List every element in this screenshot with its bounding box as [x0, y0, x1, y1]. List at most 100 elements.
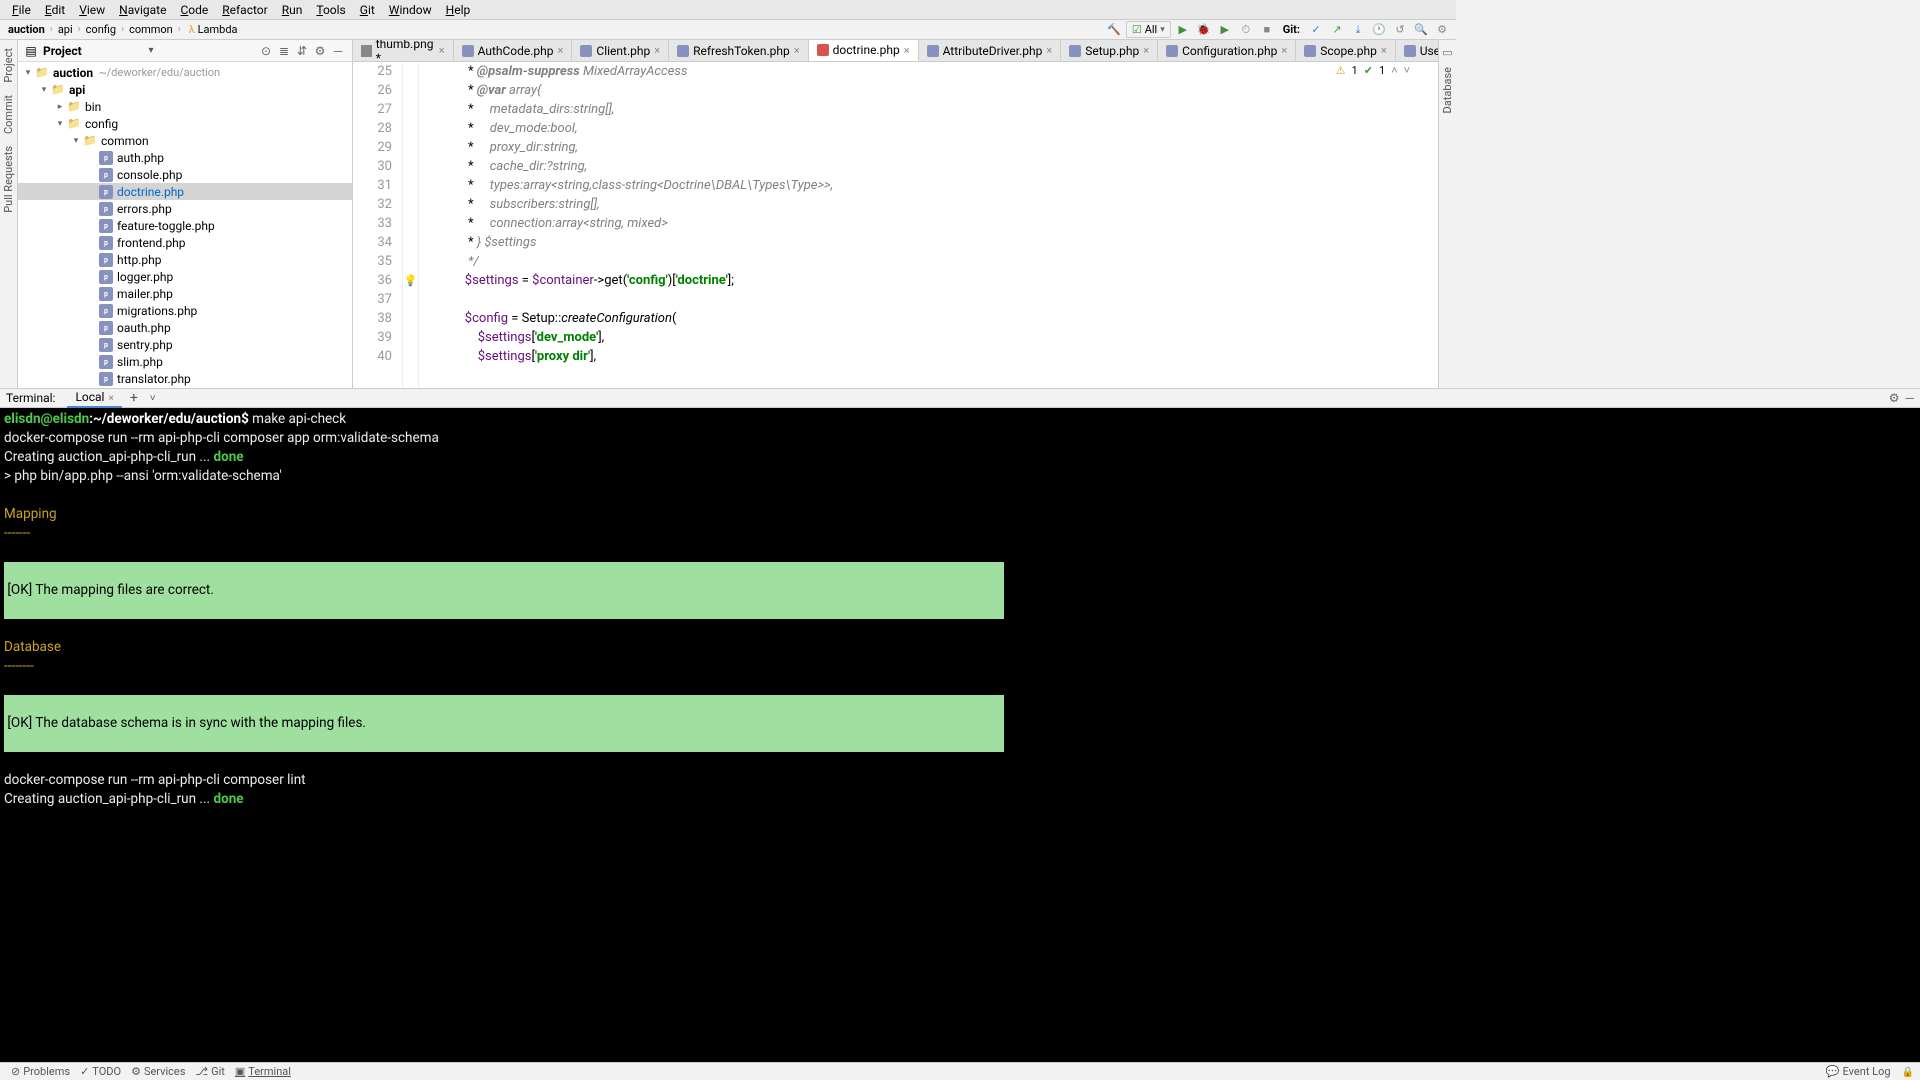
menu-file[interactable]: File [5, 3, 38, 17]
code-line[interactable]: * } $settings [439, 233, 1438, 252]
editor-tab[interactable]: doctrine.php× [809, 40, 919, 61]
debug-button[interactable]: 🐞 [1195, 21, 1213, 39]
code-line[interactable]: * subscribers:string[], [439, 195, 1438, 214]
editor-tab[interactable]: Setup.php× [1061, 40, 1158, 61]
settings-button[interactable]: ⚙ [1433, 21, 1451, 39]
editor-tab[interactable]: RefreshToken.php× [669, 40, 809, 61]
code-line[interactable]: */ [439, 252, 1438, 271]
code-line[interactable]: * @psalm-suppress MixedArrayAccess [439, 62, 1438, 81]
profile-button[interactable]: ⏱ [1237, 21, 1255, 39]
menu-tools[interactable]: Tools [309, 3, 352, 17]
close-icon[interactable]: × [108, 393, 113, 404]
collapse-all-button[interactable]: ⇵ [293, 42, 311, 60]
lock-icon[interactable] [1902, 1065, 1914, 1078]
code-line[interactable]: * types:array<string,class-string<Doctri… [439, 176, 1438, 195]
tree-item[interactable]: sentry.php [18, 336, 352, 353]
git-rollback-button[interactable]: ↺ [1391, 21, 1409, 39]
tool-tab-project[interactable]: Project [0, 42, 17, 89]
terminal-tab-local[interactable]: Local× [67, 388, 121, 408]
chevron-down-icon[interactable]: ▾ [148, 45, 153, 56]
tree-item[interactable]: doctrine.php [18, 183, 352, 200]
database-tab[interactable]: Database [1439, 61, 1456, 119]
code-line[interactable]: * dev_mode:bool, [439, 119, 1438, 138]
code-line[interactable]: $config = Setup::createConfiguration( [439, 309, 1438, 328]
git-push-button[interactable]: ⤓ [1349, 21, 1367, 39]
tree-item[interactable]: console.php [18, 166, 352, 183]
search-button[interactable]: 🔍 [1412, 21, 1430, 39]
close-icon[interactable]: × [558, 44, 564, 57]
code-line[interactable]: * metadata_dirs:string[], [439, 100, 1438, 119]
git-update-button[interactable]: ✓ [1307, 21, 1325, 39]
build-button[interactable]: 🔨 [1105, 21, 1123, 39]
code-line[interactable]: $settings['dev_mode'], [439, 328, 1438, 347]
panel-settings-button[interactable]: ⚙ [311, 42, 329, 60]
inspection-widget[interactable]: ⚠1 ✔1 ˄ ˅ [1336, 64, 1410, 77]
close-icon[interactable]: × [439, 44, 445, 57]
event-log-button[interactable]: 💬 Event Log [1821, 1065, 1896, 1078]
run-button[interactable]: ▶ [1174, 21, 1192, 39]
menu-edit[interactable]: Edit [38, 3, 72, 17]
breadcrumb-seg[interactable]: common [126, 23, 176, 36]
next-highlight-button[interactable]: ˅ [1404, 64, 1410, 77]
coverage-button[interactable]: ▶ [1216, 21, 1234, 39]
menu-refactor[interactable]: Refactor [215, 3, 274, 17]
status-services[interactable]: ⚙Services [126, 1065, 190, 1078]
code-line[interactable]: * @var array{ [439, 81, 1438, 100]
tree-item[interactable]: oauth.php [18, 319, 352, 336]
tree-item[interactable]: migrations.php [18, 302, 352, 319]
hide-panel-button[interactable]: ─ [329, 42, 347, 60]
editor-tab[interactable]: thumb.png *× [353, 40, 454, 61]
status-git[interactable]: ⎇Git [190, 1065, 229, 1078]
tree-item[interactable]: ▾config [18, 115, 352, 132]
breadcrumb-lambda[interactable]: λ Lambda [183, 23, 241, 36]
menu-view[interactable]: View [72, 3, 112, 17]
editor-tab[interactable]: User.php× [1396, 40, 1438, 61]
close-icon[interactable]: × [1281, 44, 1287, 57]
notifications-button[interactable]: ▭ [1440, 44, 1454, 61]
tool-tab-commit[interactable]: Commit [0, 89, 17, 140]
code-line[interactable]: * proxy_dir:string, [439, 138, 1438, 157]
tree-arrow-icon[interactable]: ▾ [70, 136, 82, 146]
menu-run[interactable]: Run [275, 3, 310, 17]
breadcrumb-seg[interactable]: config [83, 23, 119, 36]
code-line[interactable] [439, 290, 1438, 309]
close-icon[interactable]: × [794, 44, 800, 57]
status-terminal[interactable]: ▣Terminal [230, 1065, 296, 1078]
run-config-selector[interactable]: ☑ All ▾ [1126, 21, 1171, 38]
intention-bulb-icon[interactable]: 💡 [403, 271, 418, 290]
select-opened-file-button[interactable]: ⊙ [257, 42, 275, 60]
tree-item[interactable]: http.php [18, 251, 352, 268]
prev-highlight-button[interactable]: ˄ [1391, 64, 1397, 77]
close-icon[interactable]: × [1381, 44, 1387, 57]
close-icon[interactable]: × [904, 44, 910, 57]
tree-item[interactable]: logger.php [18, 268, 352, 285]
tree-item[interactable]: frontend.php [18, 234, 352, 251]
chevron-down-icon[interactable]: ▾ [22, 68, 34, 78]
editor-tab[interactable]: AttributeDriver.php× [919, 40, 1062, 61]
editor-tab[interactable]: AuthCode.php× [454, 40, 573, 61]
tree-item[interactable]: ▸bin [18, 98, 352, 115]
breadcrumb-seg[interactable]: api [55, 23, 76, 36]
menu-code[interactable]: Code [173, 3, 215, 17]
tree-item[interactable]: ▾api [18, 81, 352, 98]
tree-arrow-icon[interactable]: ▸ [54, 102, 66, 112]
tree-item[interactable]: ▾common [18, 132, 352, 149]
tree-item[interactable]: slim.php [18, 353, 352, 370]
tool-tab-pull-requests[interactable]: Pull Requests [0, 140, 17, 219]
expand-all-button[interactable]: ≣ [275, 42, 293, 60]
code-line[interactable]: $settings['proxy dir'], [439, 347, 1438, 366]
editor-tab[interactable]: Scope.php× [1296, 40, 1395, 61]
git-history-button[interactable]: 🕐 [1370, 21, 1388, 39]
terminal-settings-button[interactable]: ⚙ [1889, 391, 1900, 405]
tree-item[interactable]: auth.php [18, 149, 352, 166]
hide-terminal-button[interactable]: ─ [1905, 391, 1914, 405]
git-commit-button[interactable]: ↗ [1328, 21, 1346, 39]
menu-window[interactable]: Window [382, 3, 439, 17]
code-line[interactable]: * cache_dir:?string, [439, 157, 1438, 176]
tree-item[interactable]: errors.php [18, 200, 352, 217]
tree-item[interactable]: translator.php [18, 370, 352, 387]
close-icon[interactable]: × [1143, 44, 1149, 57]
tree-root[interactable]: ▾ auction ~/deworker/edu/auction [18, 64, 352, 81]
terminal-output[interactable]: elisdn@elisdn:~/deworker/edu/auction$ ma… [0, 408, 1920, 1062]
status-problems[interactable]: ⊘Problems [6, 1065, 75, 1078]
